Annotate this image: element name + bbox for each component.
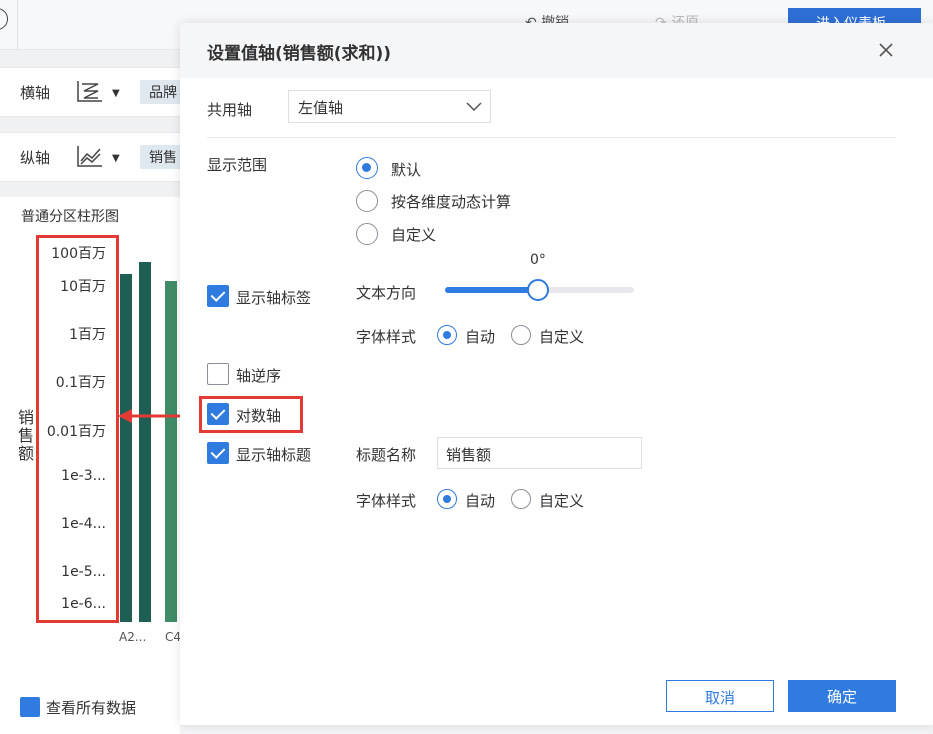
reverse-axis-checkbox[interactable] — [207, 363, 229, 385]
toolbar-divider — [17, 0, 18, 50]
title-name-value: 销售额 — [446, 446, 492, 464]
shared-axis-select[interactable]: 左值轴 — [288, 90, 491, 123]
back-icon[interactable] — [0, 8, 8, 30]
chart-title: 普通分区柱形图 — [21, 209, 119, 225]
title-font-auto-radio[interactable] — [437, 489, 457, 509]
chevron-down-icon — [466, 102, 482, 112]
range-default-label[interactable]: 默认 — [391, 159, 421, 180]
dialog-header: 设置值轴(销售额(求和)) — [180, 23, 933, 78]
x-axis-row: 横轴 ▼ 品牌 — [0, 67, 190, 117]
title-font-style-label: 字体样式 — [356, 492, 417, 510]
x-axis-label: 横轴 — [20, 84, 51, 102]
annotation-highlight-ticks — [36, 235, 119, 623]
title-font-custom-label[interactable]: 自定义 — [539, 490, 584, 511]
shared-axis-value: 左值轴 — [298, 99, 344, 117]
show-axis-tags-checkbox[interactable] — [207, 285, 229, 307]
tag-font-auto-radio[interactable] — [437, 325, 457, 345]
close-icon[interactable] — [875, 39, 897, 61]
range-dynamic-label[interactable]: 按各维度动态计算 — [391, 191, 511, 212]
view-all-data-label: 查看所有数据 — [46, 699, 137, 717]
chart-bar — [165, 281, 177, 622]
annotation-highlight-log-axis — [199, 396, 303, 433]
range-custom-label[interactable]: 自定义 — [391, 224, 436, 245]
section-divider — [207, 137, 896, 138]
x-tick: C4 — [165, 630, 182, 644]
checkbox-checked-icon — [20, 696, 40, 717]
title-font-auto-label[interactable]: 自动 — [465, 490, 495, 511]
chart-bar — [120, 274, 132, 622]
range-custom-radio[interactable] — [356, 223, 378, 245]
axis-settings-dialog: 设置值轴(销售额(求和)) 共用轴 左值轴 显示范围 默认 按各维度动态计算 自… — [180, 23, 933, 725]
title-name-label: 标题名称 — [356, 446, 417, 464]
y-axis-title: 销售额 — [18, 408, 35, 463]
show-axis-tags-label[interactable]: 显示轴标签 — [236, 287, 311, 308]
y-axis-caret-icon[interactable]: ▼ — [112, 153, 120, 164]
reverse-axis-label[interactable]: 轴逆序 — [236, 365, 281, 386]
tag-font-auto-label[interactable]: 自动 — [465, 326, 495, 347]
x-axis-chart-type-icon[interactable] — [76, 79, 104, 103]
x-tick: A2... — [119, 630, 147, 644]
text-direction-slider-fill — [445, 287, 537, 293]
view-all-data-checkbox[interactable]: 查看所有数据 — [20, 696, 137, 719]
y-axis-row: 纵轴 ▼ 销售 — [0, 132, 190, 182]
shared-axis-label: 共用轴 — [207, 101, 253, 119]
tag-font-style-label: 字体样式 — [356, 328, 417, 346]
chart-bar — [139, 262, 151, 622]
x-axis-caret-icon[interactable]: ▼ — [112, 88, 120, 99]
range-label: 显示范围 — [207, 156, 268, 174]
title-name-input[interactable]: 销售额 — [437, 437, 642, 469]
text-direction-label: 文本方向 — [356, 284, 417, 302]
y-axis-label: 纵轴 — [20, 149, 51, 167]
range-default-radio[interactable] — [356, 157, 378, 179]
cancel-button[interactable]: 取消 — [666, 680, 774, 712]
dialog-title: 设置值轴(销售额(求和)) — [207, 44, 392, 64]
y-axis-chart-type-icon[interactable] — [76, 144, 104, 168]
show-axis-title-label[interactable]: 显示轴标题 — [236, 444, 311, 465]
tag-font-custom-radio[interactable] — [511, 325, 531, 345]
text-direction-value: 0° — [530, 252, 546, 268]
ok-button[interactable]: 确定 — [788, 680, 896, 712]
show-axis-title-checkbox[interactable] — [207, 442, 229, 464]
range-dynamic-radio[interactable] — [356, 190, 378, 212]
text-direction-slider-thumb[interactable] — [527, 279, 549, 301]
title-font-custom-radio[interactable] — [511, 489, 531, 509]
tag-font-custom-label[interactable]: 自定义 — [539, 326, 584, 347]
